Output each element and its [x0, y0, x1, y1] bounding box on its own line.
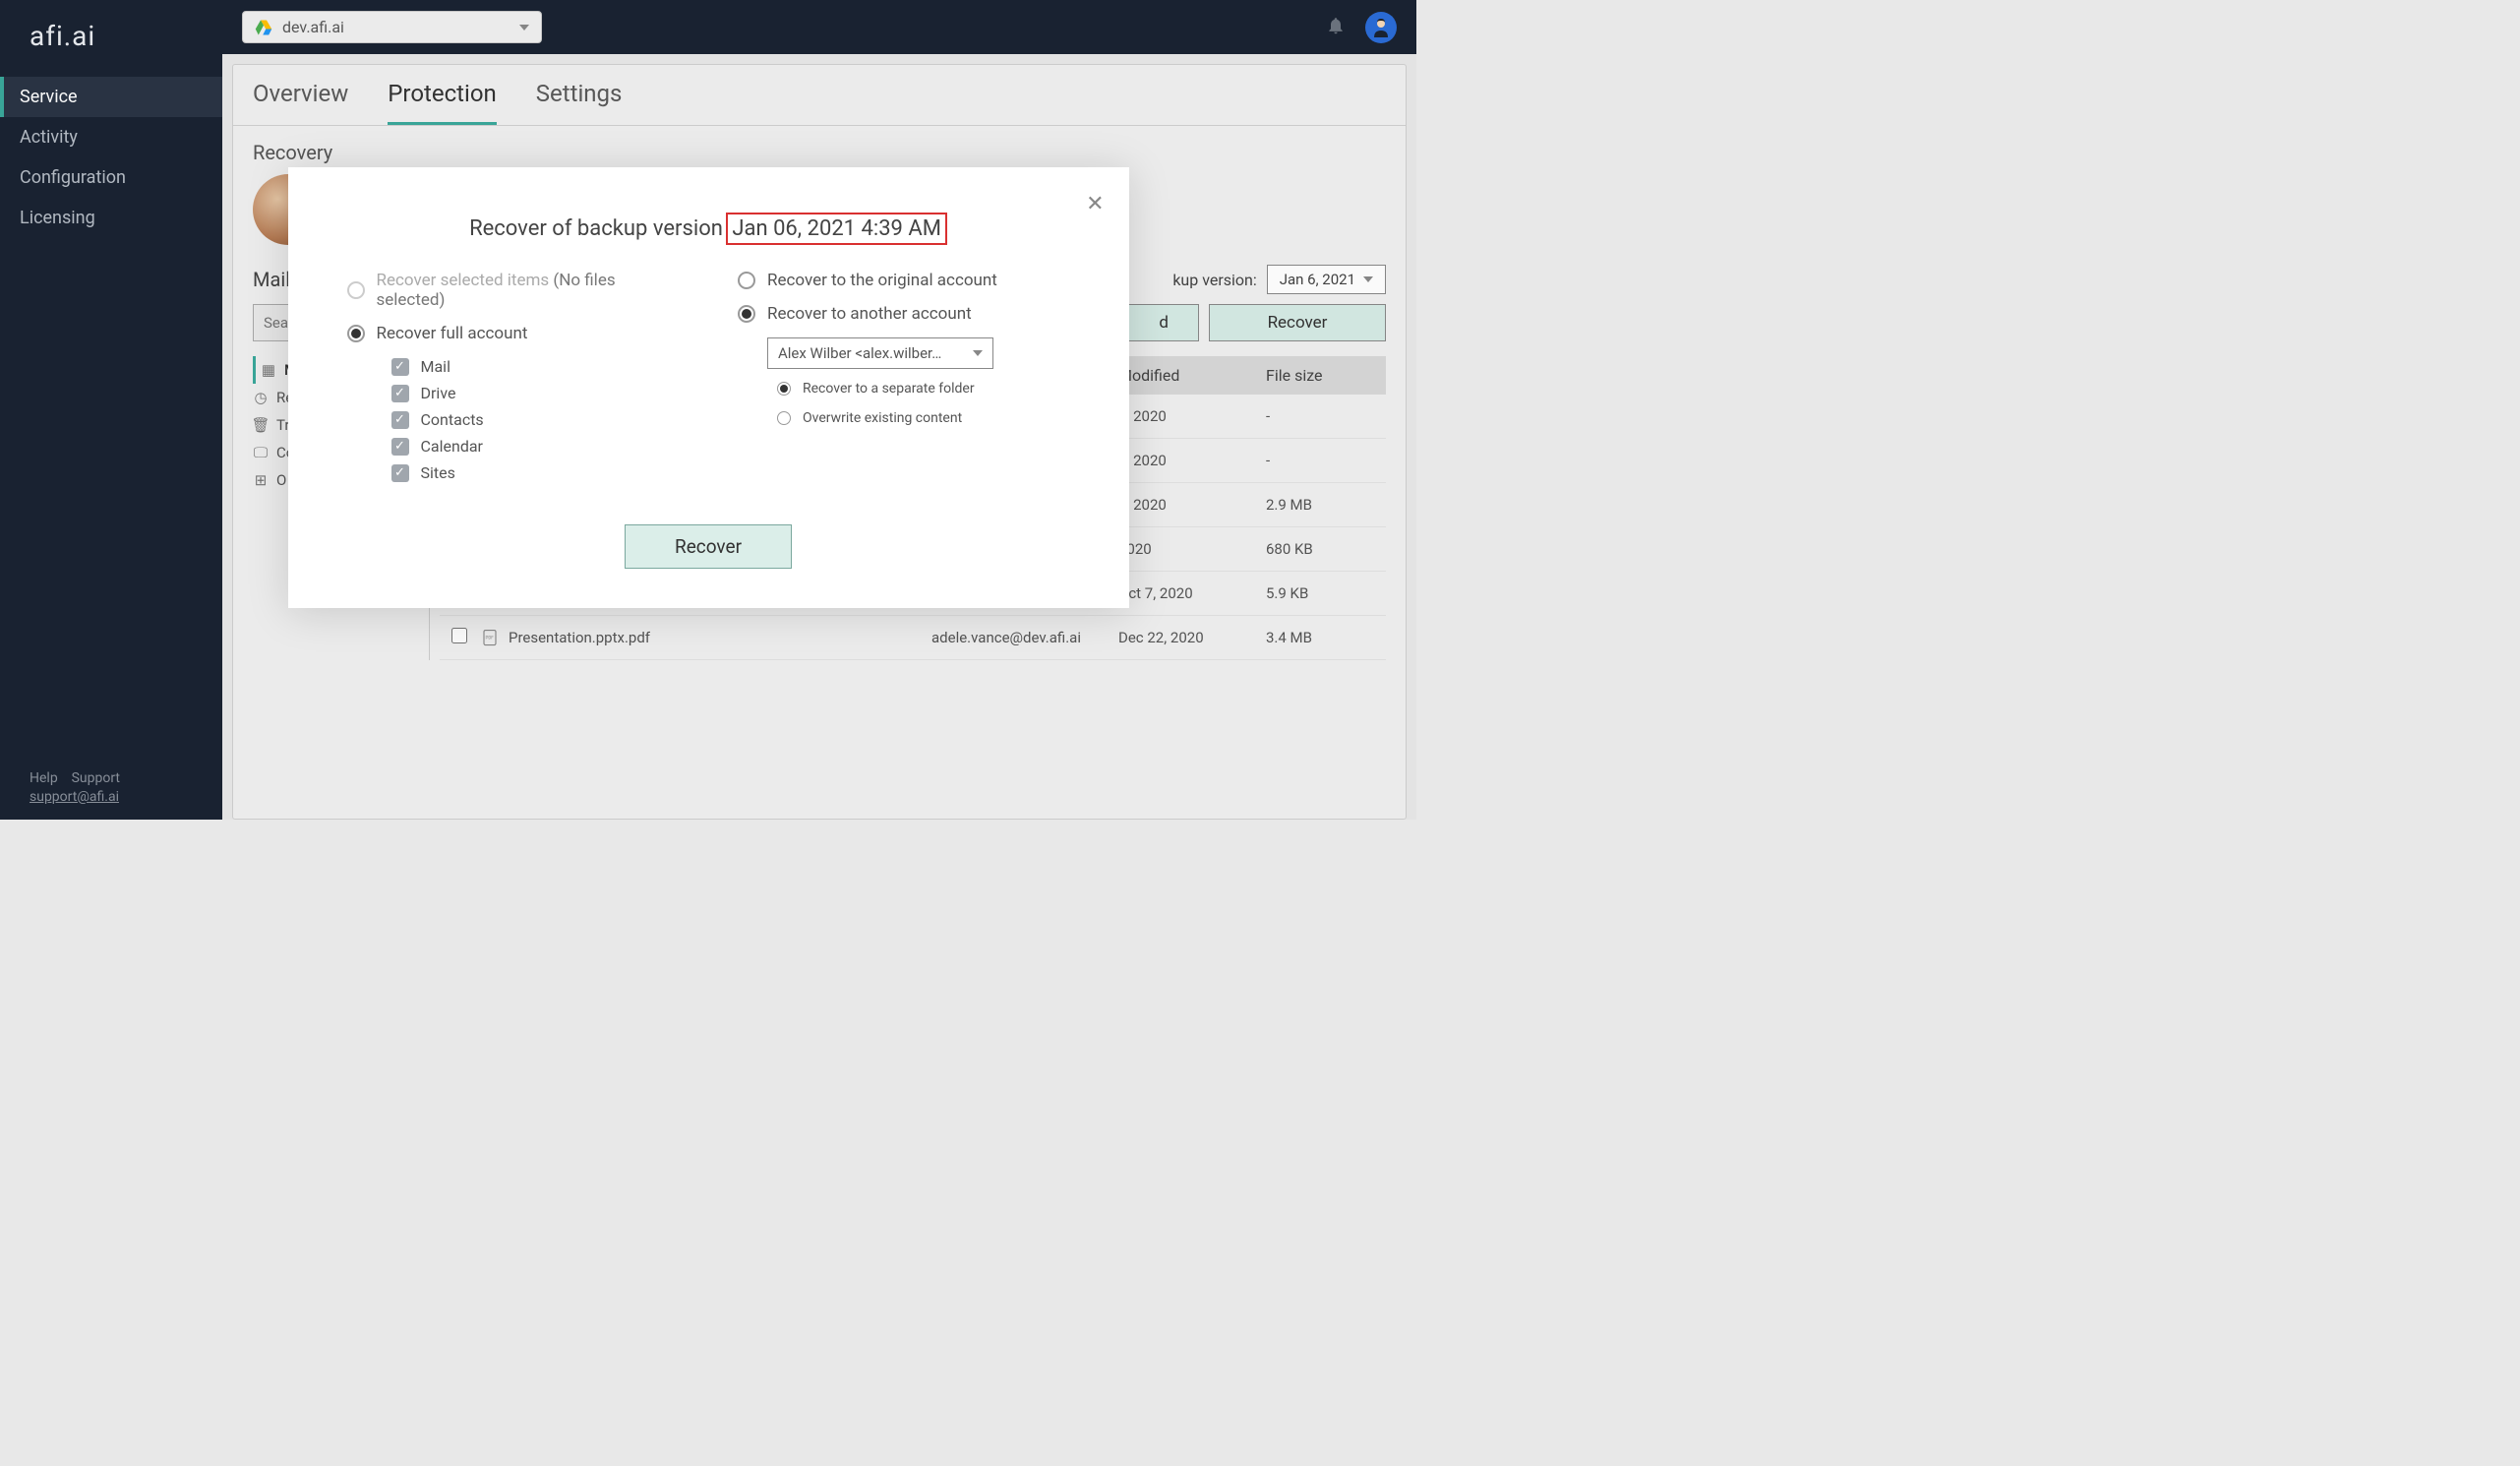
option-separate-folder[interactable]: Recover to a separate folder [777, 381, 1070, 397]
target-account-select[interactable]: Alex Wilber <alex.wilber… [767, 337, 993, 369]
radio-icon [738, 272, 755, 289]
radio-icon [347, 325, 365, 342]
modal-overlay: ✕ Recover of backup version Jan 06, 2021… [0, 0, 1416, 820]
recover-modal: ✕ Recover of backup version Jan 06, 2021… [288, 167, 1129, 608]
radio-icon [777, 382, 791, 396]
option-overwrite[interactable]: Overwrite existing content [777, 410, 1070, 426]
option-recover-selected[interactable]: Recover selected items (No files selecte… [347, 271, 680, 310]
option-recover-another[interactable]: Recover to another account [738, 304, 1070, 324]
checkbox-icon: ✓ [391, 385, 409, 402]
check-sites[interactable]: ✓Sites [391, 463, 680, 482]
chevron-down-icon [973, 350, 983, 356]
check-calendar[interactable]: ✓Calendar [391, 437, 680, 456]
option-recover-original[interactable]: Recover to the original account [738, 271, 1070, 290]
check-drive[interactable]: ✓Drive [391, 384, 680, 402]
check-mail[interactable]: ✓Mail [391, 357, 680, 376]
radio-icon [777, 411, 791, 425]
check-contacts[interactable]: ✓Contacts [391, 410, 680, 429]
backup-timestamp: Jan 06, 2021 4:39 AM [726, 213, 947, 245]
checkbox-icon: ✓ [391, 358, 409, 376]
modal-title: Recover of backup version Jan 06, 2021 4… [347, 216, 1070, 241]
close-button[interactable]: ✕ [1086, 192, 1104, 216]
checkbox-icon: ✓ [391, 464, 409, 482]
checkbox-icon: ✓ [391, 411, 409, 429]
checkbox-icon: ✓ [391, 438, 409, 456]
modal-recover-button[interactable]: Recover [625, 524, 792, 569]
option-recover-full[interactable]: Recover full account [347, 324, 680, 343]
radio-icon [347, 281, 365, 299]
radio-icon [738, 305, 755, 323]
